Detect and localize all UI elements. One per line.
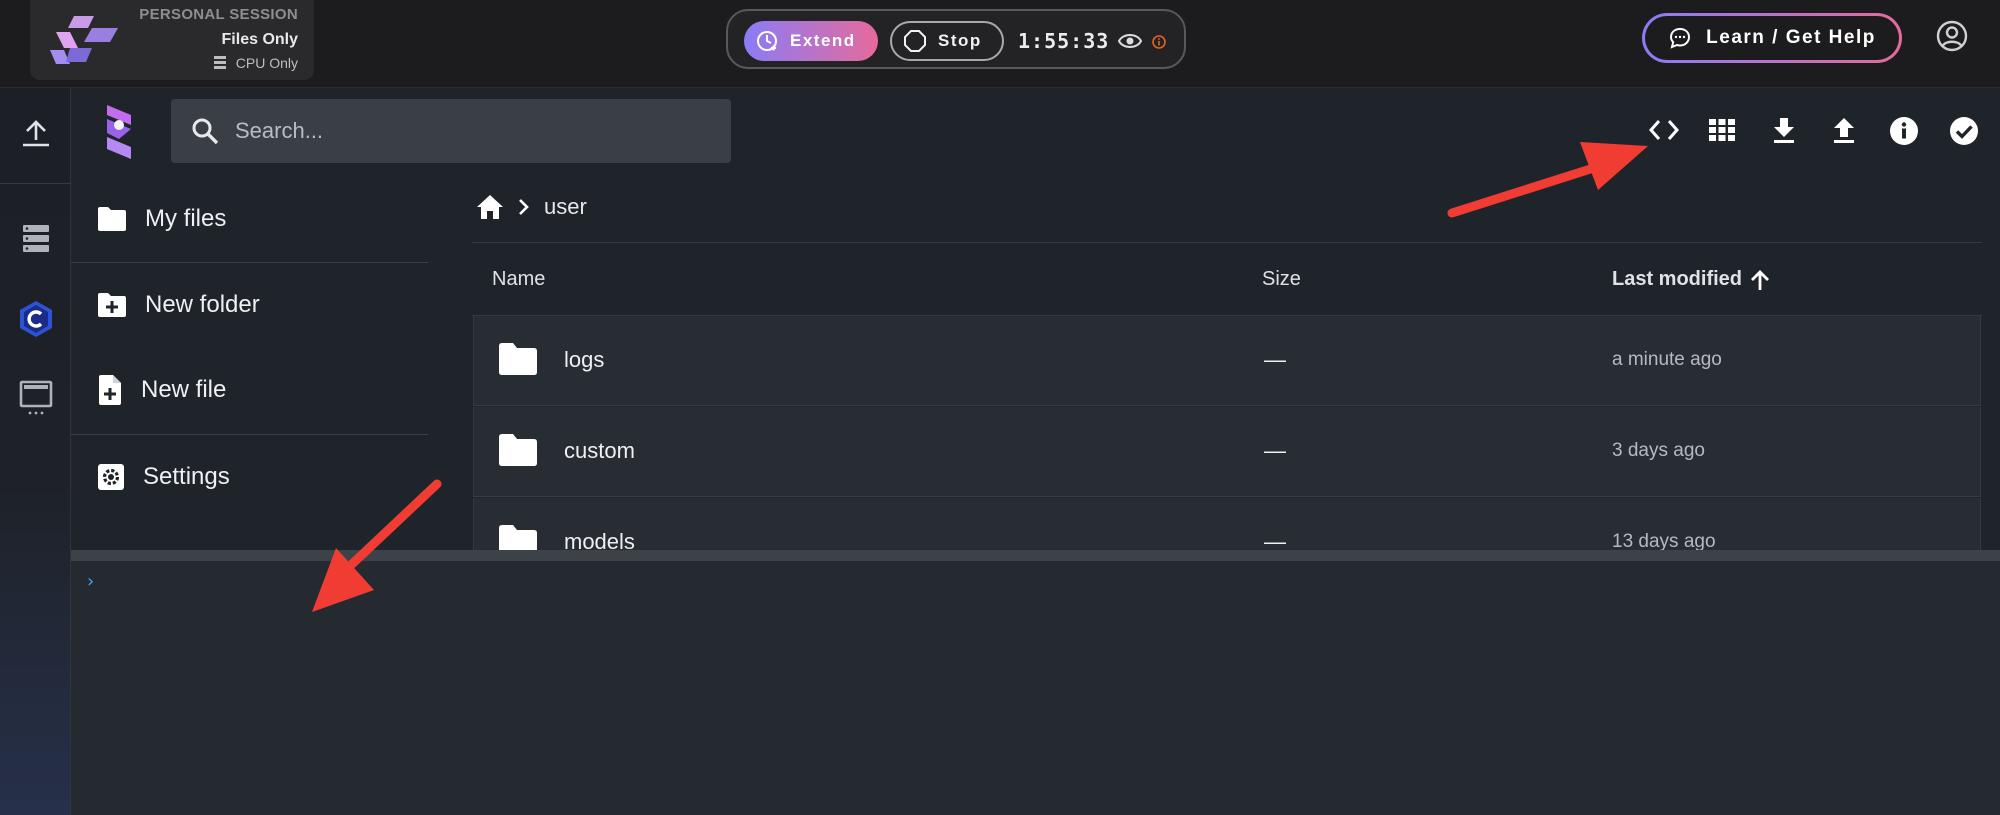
- extend-button[interactable]: Extend: [744, 21, 878, 61]
- user-account-icon[interactable]: [1936, 20, 1968, 52]
- rail-upload[interactable]: [0, 118, 71, 150]
- brand-logo-icon: [50, 16, 118, 64]
- file-listing: user Name Size Last modified logs — a mi…: [428, 176, 2000, 550]
- file-modified: a minute ago: [1612, 349, 1722, 370]
- session-info[interactable]: PERSONAL SESSION Files Only CPU Only: [30, 0, 314, 80]
- upload-icon: [22, 120, 49, 147]
- table-row[interactable]: custom — 3 days ago: [473, 407, 1981, 497]
- session-resource: CPU Only: [139, 55, 298, 71]
- rail-desktop[interactable]: [0, 380, 71, 416]
- column-last-modified-label: Last modified: [1612, 268, 1743, 290]
- top-bar: PERSONAL SESSION Files Only CPU Only Ext…: [0, 0, 2000, 88]
- menu-new-folder[interactable]: New folder: [71, 262, 428, 347]
- column-name[interactable]: Name: [492, 268, 545, 291]
- grid-view-icon[interactable]: [1708, 116, 1736, 144]
- breadcrumb-divider: [472, 242, 1982, 243]
- sort-arrow-up-icon: [1751, 269, 1770, 290]
- warning-info-icon[interactable]: [1152, 35, 1166, 49]
- monitor-icon: [19, 380, 52, 415]
- clock-plus-icon: [757, 31, 777, 51]
- file-name: custom: [564, 438, 635, 463]
- menu-settings[interactable]: Settings: [71, 434, 428, 519]
- c-hex-icon: [19, 301, 52, 337]
- learn-help-button[interactable]: Learn / Get Help: [1642, 13, 1902, 63]
- search-bar[interactable]: [171, 99, 731, 163]
- server-icon: [213, 56, 226, 69]
- menu-new-file-label: New file: [141, 375, 227, 403]
- extend-label: Extend: [790, 31, 856, 50]
- new-folder-icon: [98, 292, 126, 317]
- server-list-icon: [22, 225, 49, 252]
- panel-resize-handle[interactable]: [71, 550, 2000, 561]
- session-resource-label: CPU Only: [235, 55, 298, 71]
- search-icon: [192, 118, 219, 145]
- menu-new-folder-label: New folder: [145, 290, 260, 318]
- learn-help-label: Learn / Get Help: [1706, 27, 1876, 48]
- stop-label: Stop: [938, 31, 982, 50]
- table-row[interactable]: logs — a minute ago: [473, 316, 1981, 406]
- file-modified: 13 days ago: [1612, 531, 1716, 550]
- breadcrumb: user: [476, 194, 587, 220]
- breadcrumb-current[interactable]: user: [544, 194, 587, 220]
- file-size: —: [1264, 347, 1286, 372]
- session-controls: Extend Stop 1:55:33: [726, 9, 1186, 69]
- terminal-panel[interactable]: ›: [71, 561, 2000, 815]
- file-name: models: [564, 529, 635, 550]
- menu-my-files[interactable]: My files: [71, 176, 428, 261]
- info-icon[interactable]: [1889, 116, 1919, 146]
- code-view-icon[interactable]: [1648, 116, 1680, 144]
- new-file-icon: [99, 374, 121, 405]
- folder-icon: [98, 206, 126, 231]
- side-menu: My files New folder New file Settings: [71, 176, 428, 550]
- file-browser-logo-icon: [107, 105, 131, 159]
- stop-octagon-icon: [904, 30, 926, 52]
- file-rows: logs — a minute ago custom — 3 days ago …: [428, 316, 2000, 550]
- menu-settings-label: Settings: [143, 462, 230, 490]
- terminal-prompt: ›: [85, 571, 96, 592]
- session-mode: Files Only: [221, 31, 298, 48]
- file-size: —: [1264, 438, 1286, 463]
- rail-c-app[interactable]: [0, 300, 71, 338]
- menu-my-files-label: My files: [145, 204, 227, 232]
- settings-gear-icon: [98, 463, 124, 490]
- folder-icon: [499, 434, 537, 466]
- session-title: PERSONAL SESSION: [139, 6, 298, 23]
- home-icon[interactable]: [476, 194, 504, 220]
- rail-divider: [0, 183, 71, 184]
- eye-icon[interactable]: [1118, 30, 1142, 52]
- file-modified: 3 days ago: [1612, 440, 1705, 461]
- column-last-modified[interactable]: Last modified: [1612, 268, 1770, 291]
- folder-icon: [499, 343, 537, 375]
- file-name: logs: [564, 347, 605, 372]
- file-browser-header: [71, 88, 2000, 176]
- rail-servers[interactable]: [0, 223, 71, 255]
- file-size: —: [1264, 529, 1286, 550]
- upload-icon[interactable]: [1831, 116, 1857, 144]
- activity-rail: [0, 88, 71, 815]
- menu-new-file[interactable]: New file: [71, 347, 428, 432]
- stop-button[interactable]: Stop: [890, 21, 1004, 61]
- search-input[interactable]: [235, 118, 715, 144]
- chat-bubble-icon: [1670, 27, 1691, 49]
- chevron-right-icon: [519, 199, 529, 215]
- folder-icon: [499, 525, 537, 550]
- download-icon[interactable]: [1771, 116, 1797, 144]
- select-check-icon[interactable]: [1949, 116, 1979, 146]
- column-size[interactable]: Size: [1262, 268, 1301, 291]
- table-row[interactable]: models — 13 days ago: [473, 498, 1981, 550]
- session-timer: 1:55:33: [1018, 29, 1110, 53]
